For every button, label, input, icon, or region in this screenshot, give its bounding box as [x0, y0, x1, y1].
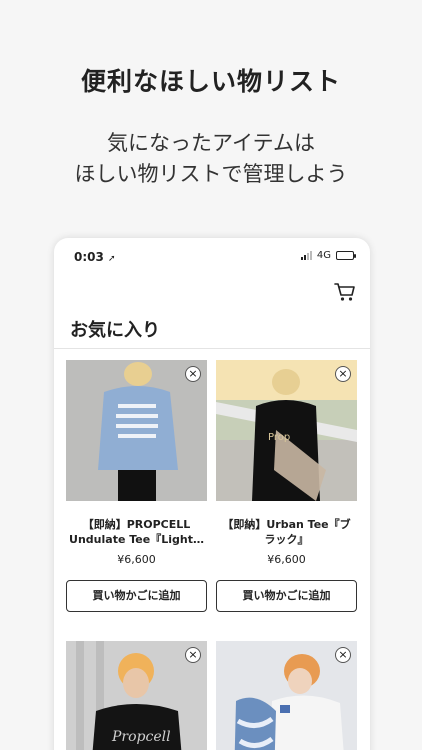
- remove-favorite-button[interactable]: ×: [335, 647, 351, 663]
- remove-favorite-button[interactable]: ×: [185, 647, 201, 663]
- signal-icon: [300, 251, 312, 260]
- hero-subtitle: 気になったアイテムは ほしい物リストで管理しよう: [0, 128, 422, 190]
- hero-subtitle-line2: ほしい物リストで管理しよう: [74, 162, 348, 186]
- location-arrow-icon: ➚: [108, 254, 116, 264]
- product-name-line2: ラック』: [264, 533, 309, 546]
- product-image[interactable]: Propcell ×: [66, 641, 207, 750]
- status-indicators: 4G: [300, 250, 356, 261]
- hero-title: 便利なほしい物リスト: [80, 67, 341, 96]
- status-time: 0:03 ➚: [74, 250, 116, 264]
- product-price: ¥6,600: [267, 553, 306, 566]
- product-card: × 【即納】PROPCELL Undulate Tee『Light… ¥6,60…: [66, 360, 207, 612]
- remove-favorite-button[interactable]: ×: [335, 366, 351, 382]
- status-bar: 0:03 ➚ 4G: [54, 248, 370, 266]
- product-photo: [66, 360, 207, 501]
- product-card: Prop × 【即納】Urban Tee『ブ ラック』 ¥6,600 買い物かご…: [216, 360, 357, 612]
- status-time-text: 0:03: [74, 250, 104, 264]
- remove-favorite-button[interactable]: ×: [185, 366, 201, 382]
- product-photo: Prop: [216, 360, 357, 501]
- page-title: お気に入り: [70, 320, 160, 341]
- product-image[interactable]: ×: [216, 641, 357, 750]
- product-name-line2: Undulate Tee『Light…: [69, 533, 204, 546]
- phone-screen: 0:03 ➚ 4G お気に入り × 【即納】PROPCELL Undulate …: [54, 238, 370, 750]
- svg-text:Prop: Prop: [268, 432, 290, 443]
- divider: [54, 348, 370, 349]
- network-label: 4G: [316, 250, 331, 261]
- product-name[interactable]: 【即納】Urban Tee『ブ ラック』: [216, 517, 357, 547]
- product-name[interactable]: 【即納】PROPCELL Undulate Tee『Light…: [66, 517, 207, 547]
- product-card: ×: [216, 641, 357, 750]
- product-price: ¥6,600: [117, 553, 156, 566]
- product-image[interactable]: Prop ×: [216, 360, 357, 501]
- add-to-cart-button[interactable]: 買い物かごに追加: [66, 580, 207, 612]
- product-name-line1: 【即納】PROPCELL: [82, 518, 191, 531]
- add-to-cart-button[interactable]: 買い物かごに追加: [216, 580, 357, 612]
- product-name-line1: 【即納】Urban Tee『ブ: [222, 518, 351, 531]
- hero-subtitle-line1: 気になったアイテムは: [107, 131, 315, 155]
- svg-text:Propcell: Propcell: [111, 729, 171, 745]
- cart-button[interactable]: [334, 282, 356, 302]
- battery-icon: [336, 251, 356, 260]
- product-card: Propcell ×: [66, 641, 207, 750]
- product-image[interactable]: ×: [66, 360, 207, 501]
- cart-icon: [334, 283, 355, 301]
